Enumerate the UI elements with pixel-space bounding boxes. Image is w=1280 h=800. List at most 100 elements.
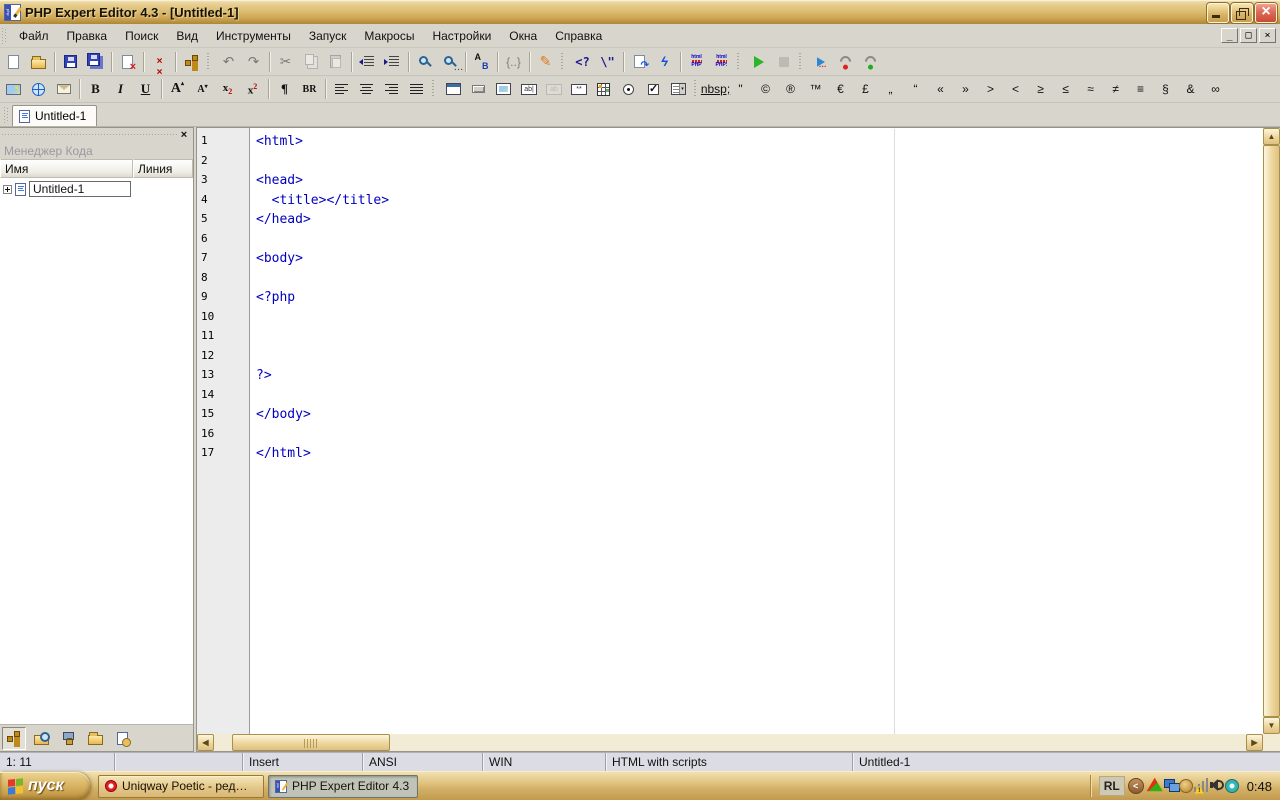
remote-debug-run-button[interactable]: [858, 50, 883, 74]
html-to-php-button[interactable]: [684, 50, 709, 74]
signal-warning-icon[interactable]: [1193, 777, 1209, 793]
insert-form-button[interactable]: [441, 77, 466, 101]
symbol-ge-button[interactable]: ≥: [1028, 77, 1053, 101]
taskbar-clock[interactable]: 0:48: [1247, 779, 1272, 794]
copy-button[interactable]: [298, 50, 323, 74]
menu-запуск[interactable]: Запуск: [300, 26, 356, 46]
quick-run-button[interactable]: ϟ: [652, 50, 677, 74]
code-line[interactable]: [256, 388, 1263, 408]
menu-поиск[interactable]: Поиск: [116, 26, 167, 46]
code-explorer-tab[interactable]: [2, 727, 26, 750]
menu-настройки[interactable]: Настройки: [423, 26, 500, 46]
insert-link-button[interactable]: [26, 77, 51, 101]
find-button[interactable]: [412, 50, 437, 74]
insert-password-field-button[interactable]: **: [566, 77, 591, 101]
close-button[interactable]: [1255, 3, 1277, 23]
symbol-infinity-button[interactable]: ∞: [1203, 77, 1228, 101]
symbol-quote-button[interactable]: ": [728, 77, 753, 101]
code-line[interactable]: [256, 427, 1263, 447]
volume-icon[interactable]: [1209, 777, 1225, 793]
open-file-button[interactable]: [26, 50, 51, 74]
column-header-line[interactable]: Линия: [133, 159, 193, 178]
symbol-pound-button[interactable]: £: [853, 77, 878, 101]
symbol-le-button[interactable]: ≤: [1053, 77, 1078, 101]
network-icon[interactable]: [1163, 777, 1179, 793]
code-line[interactable]: [256, 271, 1263, 291]
insert-image-control-button[interactable]: [491, 77, 516, 101]
close-file-button[interactable]: [115, 50, 140, 74]
projects-tab[interactable]: [83, 727, 107, 750]
code-line[interactable]: [256, 329, 1263, 349]
ftp-tab[interactable]: [56, 727, 80, 750]
templates-tab[interactable]: [110, 727, 134, 750]
scroll-down-icon[interactable]: ▼: [1263, 717, 1280, 734]
horizontal-scroll-track[interactable]: [214, 734, 1246, 751]
toolbar-grip[interactable]: [799, 53, 804, 71]
scroll-left-icon[interactable]: ◀: [197, 734, 214, 751]
code-line[interactable]: </html>: [256, 446, 1263, 466]
code-line[interactable]: <body>: [256, 251, 1263, 271]
code-line[interactable]: [256, 310, 1263, 330]
bold-button[interactable]: B: [83, 77, 108, 101]
dialup-icon[interactable]: [1179, 779, 1193, 793]
code-line[interactable]: <head>: [256, 173, 1263, 193]
convert-button[interactable]: [627, 50, 652, 74]
code-line[interactable]: <html>: [256, 134, 1263, 154]
code-line[interactable]: </body>: [256, 407, 1263, 427]
insert-textarea-button[interactable]: ab: [541, 77, 566, 101]
symbol-gt-button[interactable]: >: [978, 77, 1003, 101]
run-button[interactable]: [746, 50, 771, 74]
symbol-ne-button[interactable]: ≠: [1103, 77, 1128, 101]
panel-grip[interactable]: ×: [0, 128, 193, 142]
column-header-name[interactable]: Имя: [0, 159, 133, 178]
redo-button[interactable]: ↷: [241, 50, 266, 74]
font-smaller-button[interactable]: A: [190, 77, 215, 101]
debug-button[interactable]: [808, 50, 833, 74]
symbol-equiv-button[interactable]: ≡: [1128, 77, 1153, 101]
html-to-php-print-button[interactable]: [709, 50, 734, 74]
symbol-trademark-button[interactable]: ™: [803, 77, 828, 101]
insert-text-field-button[interactable]: ab|: [516, 77, 541, 101]
menu-правка[interactable]: Правка: [58, 26, 117, 46]
horizontal-scrollbar[interactable]: ◀ ▶: [197, 734, 1263, 751]
insert-button-button[interactable]: [466, 77, 491, 101]
taskbar-task-uniqway-poetic[interactable]: Uniqway Poetic - ред…: [98, 775, 264, 798]
symbol-left-quote-button[interactable]: “: [903, 77, 928, 101]
align-justify-button[interactable]: [404, 77, 429, 101]
insert-table-button[interactable]: [591, 77, 616, 101]
paragraph-button[interactable]: ¶: [272, 77, 297, 101]
taskbar-task-php-expert-editor[interactable]: PHP Expert Editor 4.3: [268, 775, 418, 798]
tabbar-grip[interactable]: [4, 107, 9, 123]
menu-справка[interactable]: Справка: [546, 26, 611, 46]
start-button[interactable]: пуск: [0, 772, 90, 800]
mdi-close-button[interactable]: ×: [1259, 28, 1276, 43]
vertical-scrollbar[interactable]: ▲ ▼: [1263, 128, 1280, 734]
scroll-up-icon[interactable]: ▲: [1263, 128, 1280, 145]
code-line[interactable]: <?php: [256, 290, 1263, 310]
code-text-area[interactable]: <html><head> <title></title></head><body…: [251, 128, 1263, 734]
stop-button[interactable]: [771, 50, 796, 74]
panel-close-icon[interactable]: ×: [177, 129, 191, 142]
symbol-raquo-button[interactable]: »: [953, 77, 978, 101]
superscript-button[interactable]: x: [240, 77, 265, 101]
toolbar-grip[interactable]: [207, 53, 212, 71]
horizontal-scroll-thumb[interactable]: [232, 734, 390, 751]
code-line[interactable]: [256, 154, 1263, 174]
remote-debug-record-button[interactable]: [833, 50, 858, 74]
undo-button[interactable]: ↶: [216, 50, 241, 74]
menu-макросы[interactable]: Макросы: [355, 26, 423, 46]
code-editor[interactable]: 1234567891011121314151617 <html><head> <…: [196, 127, 1280, 752]
menu-вид[interactable]: Вид: [167, 26, 207, 46]
code-line[interactable]: [256, 349, 1263, 369]
insert-select-button[interactable]: [666, 77, 691, 101]
toolbar-grip[interactable]: [737, 53, 742, 71]
toolbar-grip[interactable]: [432, 80, 437, 98]
language-indicator[interactable]: RL: [1099, 776, 1125, 796]
subscript-button[interactable]: x: [215, 77, 240, 101]
close-all-button[interactable]: [147, 50, 172, 74]
indent-button[interactable]: [380, 50, 405, 74]
unindent-button[interactable]: [355, 50, 380, 74]
align-right-button[interactable]: [379, 77, 404, 101]
save-button[interactable]: [58, 50, 83, 74]
insert-checkbox-button[interactable]: [641, 77, 666, 101]
